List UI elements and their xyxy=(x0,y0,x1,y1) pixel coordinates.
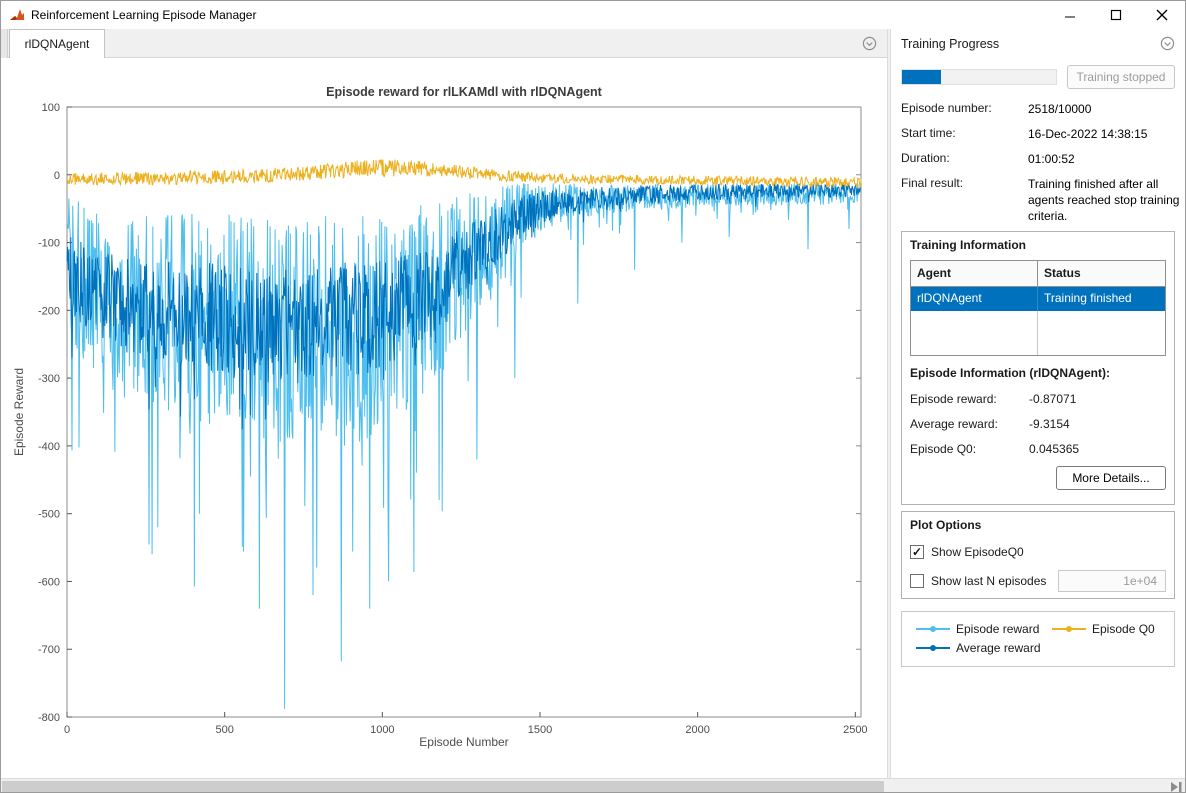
window-controls xyxy=(1047,1,1185,29)
svg-text:-200: -200 xyxy=(38,305,60,317)
svg-text:0: 0 xyxy=(54,170,60,182)
svg-text:Episode Reward: Episode Reward xyxy=(12,368,26,456)
table-header-row: Agent Status xyxy=(911,261,1165,287)
legend-average-reward-label: Average reward xyxy=(956,641,1041,655)
tab-bar: rlDQNAgent xyxy=(1,29,887,58)
titlebar: Reinforcement Learning Episode Manager xyxy=(1,1,1185,29)
average-reward-swatch xyxy=(916,647,950,649)
close-icon xyxy=(1156,9,1168,21)
show-last-n-label: Show last N episodes xyxy=(931,574,1046,588)
minimize-icon xyxy=(1064,9,1076,21)
training-stopped-button[interactable]: Training stopped xyxy=(1067,65,1175,89)
more-details-button[interactable]: More Details... xyxy=(1056,466,1166,490)
tab-strip-handle[interactable] xyxy=(1,29,8,58)
svg-text:-300: -300 xyxy=(38,373,60,385)
episode-reward-value: -0.87071 xyxy=(1029,392,1076,406)
svg-text:-600: -600 xyxy=(38,576,60,588)
close-button[interactable] xyxy=(1139,1,1185,29)
chart-region: 1000-100-200-300-400-500-600-700-8000500… xyxy=(1,58,887,778)
agent-column-header: Agent xyxy=(911,261,1038,286)
last-n-episodes-input[interactable] xyxy=(1058,570,1166,592)
start-time-label: Start time: xyxy=(901,126,956,140)
scrollbar-thumb[interactable] xyxy=(2,781,884,793)
scroll-to-end-icon[interactable] xyxy=(1169,781,1183,793)
average-reward-value: -9.3154 xyxy=(1029,417,1070,431)
episode-manager-window: Reinforcement Learning Episode Manager r… xyxy=(0,0,1186,793)
episode-q0-swatch xyxy=(1052,628,1086,630)
svg-text:0: 0 xyxy=(64,724,70,736)
episode-reward-swatch xyxy=(916,628,950,630)
svg-text:-100: -100 xyxy=(38,238,60,250)
maximize-button[interactable] xyxy=(1093,1,1139,29)
status-cell: Training finished xyxy=(1038,287,1165,311)
final-result-label: Final result: xyxy=(901,176,963,190)
chart-legend: Episode reward Episode Q0 Average reward xyxy=(901,611,1175,667)
svg-text:1500: 1500 xyxy=(528,724,552,736)
legend-episode-reward-label: Episode reward xyxy=(956,622,1039,636)
status-column-header: Status xyxy=(1038,261,1165,286)
svg-text:2000: 2000 xyxy=(685,724,709,736)
svg-text:-800: -800 xyxy=(38,712,60,724)
agent-status-table: Agent Status rlDQNAgent Training finishe… xyxy=(910,260,1166,356)
table-row[interactable]: rlDQNAgent Training finished xyxy=(911,287,1165,311)
show-episodeq0-checkbox[interactable] xyxy=(910,545,924,559)
training-information-title: Training Information xyxy=(910,238,1026,252)
matlab-icon xyxy=(9,7,25,23)
training-progress-bar xyxy=(901,69,1057,85)
legend-episode-q0-label: Episode Q0 xyxy=(1092,622,1155,636)
minimize-button[interactable] xyxy=(1047,1,1093,29)
tab-label: rlDQNAgent xyxy=(25,37,90,51)
episode-q0-value: 0.045365 xyxy=(1029,442,1079,456)
svg-text:-400: -400 xyxy=(38,441,60,453)
svg-text:-700: -700 xyxy=(38,644,60,656)
svg-text:Episode Number: Episode Number xyxy=(419,735,508,749)
show-episodeq0-label: Show EpisodeQ0 xyxy=(931,545,1024,559)
svg-text:2500: 2500 xyxy=(843,724,867,736)
agent-cell: rlDQNAgent xyxy=(911,287,1038,311)
training-progress-title: Training Progress xyxy=(901,37,999,51)
episode-q0-label: Episode Q0: xyxy=(910,442,976,456)
show-last-n-checkbox[interactable] xyxy=(910,574,924,588)
tab-rldqnagent[interactable]: rlDQNAgent xyxy=(9,29,105,58)
episode-number-value: 2518/10000 xyxy=(1028,101,1180,117)
tab-options-icon[interactable] xyxy=(862,36,877,51)
plot-options-title: Plot Options xyxy=(910,518,981,532)
training-information-panel: Training Information Agent Status rlDQNA… xyxy=(901,231,1175,505)
table-empty-area xyxy=(911,311,1165,355)
svg-text:-500: -500 xyxy=(38,509,60,521)
window-title: Reinforcement Learning Episode Manager xyxy=(31,8,256,22)
duration-value: 01:00:52 xyxy=(1028,151,1180,167)
average-reward-label: Average reward: xyxy=(910,417,998,431)
progress-fill xyxy=(902,70,941,84)
svg-text:100: 100 xyxy=(42,102,60,114)
episode-reward-chart: 1000-100-200-300-400-500-600-700-8000500… xyxy=(1,58,887,778)
svg-text:500: 500 xyxy=(215,724,233,736)
start-time-value: 16-Dec-2022 14:38:15 xyxy=(1028,126,1180,142)
episode-number-label: Episode number: xyxy=(901,101,992,115)
svg-text:1000: 1000 xyxy=(370,724,394,736)
panel-options-icon[interactable] xyxy=(1160,36,1175,51)
final-result-value: Training finished after all agents reach… xyxy=(1028,176,1180,225)
duration-label: Duration: xyxy=(901,151,950,165)
episode-reward-label: Episode reward: xyxy=(910,392,997,406)
plot-options-panel: Plot Options Show EpisodeQ0 Show last N … xyxy=(901,511,1175,599)
episode-information-title: Episode Information (rlDQNAgent): xyxy=(910,366,1110,380)
horizontal-scrollbar xyxy=(1,778,1186,793)
maximize-icon xyxy=(1110,9,1122,21)
training-progress-panel: Training Progress Training stopped Episo… xyxy=(891,29,1186,778)
svg-text:Episode reward for rlLKAMdl wi: Episode reward for rlLKAMdl with rlDQNAg… xyxy=(326,85,603,99)
